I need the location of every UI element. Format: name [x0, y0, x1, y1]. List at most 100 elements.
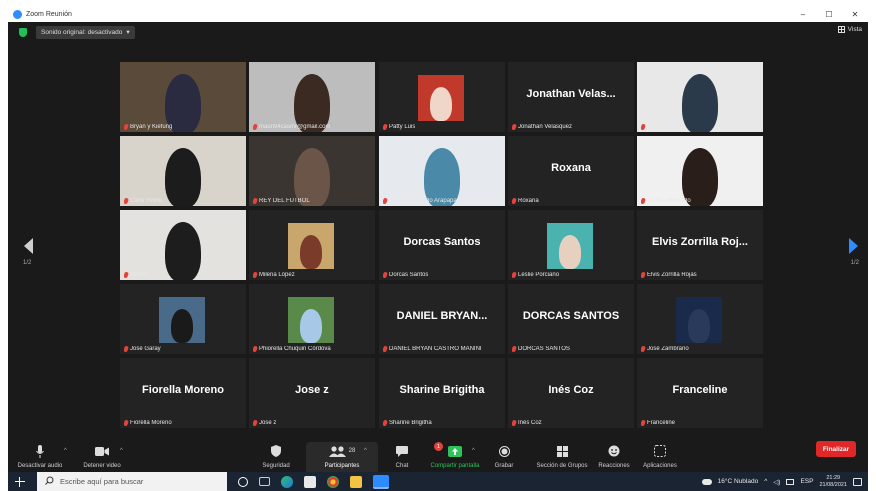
participant-tile[interactable]: Sharine Brigitha Sharine Brigitha: [379, 358, 505, 428]
participant-silhouette: [559, 235, 581, 269]
cloud-icon: [701, 478, 712, 485]
participant-tile[interactable]: Roxana Cotrado Arapapa: [379, 136, 505, 206]
security-button[interactable]: Seguridad: [244, 442, 308, 469]
muted-mic-icon: [383, 198, 388, 204]
participant-display-name: Inés Coz: [548, 384, 594, 396]
security-label: Seguridad: [262, 463, 290, 469]
speaker-icon[interactable]: ◁): [773, 478, 780, 486]
participant-display-name: Sharine Brigitha: [399, 384, 485, 396]
participants-button[interactable]: 28 Participantes: [310, 442, 374, 469]
network-icon[interactable]: [786, 478, 795, 485]
window-title: Zoom Reunión: [26, 10, 72, 18]
participant-tile[interactable]: REY DEL FUTBOL: [249, 136, 375, 206]
file-explorer-icon[interactable]: [350, 475, 362, 488]
participant-name-tag: Franceline: [641, 420, 675, 426]
muted-mic-icon: [124, 420, 129, 426]
taskbar-clock[interactable]: 21:29 21/08/2021: [819, 475, 847, 489]
muted-mic-icon: [124, 198, 129, 204]
windows-start-icon[interactable]: [15, 476, 25, 487]
participant-tile[interactable]: Cinthia Mercado: [637, 136, 763, 206]
participant-tile[interactable]: Jose z Jose z: [249, 358, 375, 428]
next-page-arrow[interactable]: [849, 238, 858, 254]
maximize-button[interactable]: ☐: [816, 6, 842, 22]
muted-mic-icon: [512, 420, 517, 426]
close-button[interactable]: ✕: [842, 6, 868, 22]
participant-tile[interactable]: Bryan y Kiefung: [120, 62, 246, 132]
zoom-window: Zoom Reunión – ☐ ✕ Sonido original: desa…: [8, 6, 868, 484]
participant-silhouette: [165, 148, 201, 206]
participant-name: DORCAS SANTOS: [518, 346, 570, 352]
shield-icon[interactable]: [19, 27, 27, 37]
participant-silhouette: [430, 87, 452, 121]
chevron-up-icon[interactable]: ^: [764, 478, 767, 485]
grid-icon: [837, 26, 845, 33]
participant-tile[interactable]: Dorcas Santos Dorcas Santos: [379, 210, 505, 280]
minimize-button[interactable]: –: [790, 6, 816, 22]
zoom-taskbar-icon[interactable]: [373, 474, 389, 489]
participant-tile[interactable]: Fiorella Moreno Fiorella Moreno: [120, 358, 246, 428]
edge-browser-icon[interactable]: [281, 475, 293, 488]
participant-name-tag: Yeseni: [124, 272, 148, 278]
participant-tile[interactable]: Yeseni: [120, 210, 246, 280]
participant-silhouette: [300, 309, 322, 343]
muted-mic-icon: [512, 124, 517, 130]
store-icon[interactable]: [304, 475, 316, 488]
participant-name-tag: REY DEL FUTBOL: [253, 198, 310, 204]
participant-tile[interactable]: Patty Luis: [379, 62, 505, 132]
record-label: Grabar: [494, 463, 514, 469]
participants-count: 28: [348, 448, 356, 454]
chevron-down-icon: ▾: [126, 29, 130, 36]
cortana-icon[interactable]: [238, 476, 248, 487]
stop-video-label: Detener video: [83, 463, 121, 469]
participants-options-caret[interactable]: ^: [364, 448, 367, 454]
muted-mic-icon: [512, 272, 517, 278]
participant-tile[interactable]: DORCAS SANTOS DORCAS SANTOS: [508, 284, 634, 354]
participant-tile[interactable]: Roxana Roxana: [508, 136, 634, 206]
participant-tile[interactable]: Elvis Zorrilla Roj... Elvis Zorrilla Roja…: [637, 210, 763, 280]
participant-display-name: Jonathan Velas...: [526, 88, 616, 100]
participant-tile[interactable]: José Zambrano: [637, 284, 763, 354]
participant-display-name: DORCAS SANTOS: [522, 310, 620, 322]
taskbar-search-box[interactable]: Escribe aquí para buscar: [37, 472, 227, 491]
participant-video: [120, 210, 246, 280]
weather-label[interactable]: 16°C Nublado: [718, 478, 759, 485]
participant-tile[interactable]: Leslie Porciano: [508, 210, 634, 280]
chrome-icon[interactable]: [327, 475, 339, 488]
mute-audio-button[interactable]: Desactivar audio: [8, 442, 72, 469]
participant-tile[interactable]: Phiorella Chuquin Córdova: [249, 284, 375, 354]
audio-options-caret[interactable]: ^: [64, 448, 67, 454]
microphone-icon: [36, 442, 44, 460]
previous-page-arrow[interactable]: [24, 238, 33, 254]
notifications-icon[interactable]: [853, 477, 862, 486]
participant-video: [159, 297, 205, 343]
muted-mic-icon: [512, 346, 517, 352]
video-camera-icon: [95, 442, 109, 460]
zoom-logo-icon: [13, 9, 22, 19]
video-options-caret[interactable]: ^: [120, 448, 123, 454]
original-sound-toggle[interactable]: Sonido original: desactivado ▾: [36, 25, 135, 39]
participant-tile[interactable]: DANIEL BRYAN... DANIEL BRYAN CASTRO MANIN…: [379, 284, 505, 354]
muted-mic-icon: [641, 272, 646, 278]
title-bar: Zoom Reunión – ☐ ✕: [8, 6, 868, 22]
task-view-icon[interactable]: [259, 477, 270, 486]
participant-tile[interactable]: Jonathan Velas... Jonathan Velasquez: [508, 62, 634, 132]
apps-button[interactable]: Aplicaciones: [628, 442, 692, 469]
participant-tile[interactable]: mauri94casmr@gmail.com: [249, 62, 375, 132]
participant-tile[interactable]: Carol Yvelle: [120, 136, 246, 206]
participant-name-tag: Milena López: [253, 272, 295, 278]
participant-display-name: Franceline: [672, 384, 728, 396]
participant-tile[interactable]: José Garay: [120, 284, 246, 354]
end-meeting-button[interactable]: Finalizar: [816, 441, 856, 457]
participant-video: [249, 62, 375, 132]
participant-name: Jose z: [259, 420, 277, 426]
participant-tile[interactable]: Inés Coz Inés Coz: [508, 358, 634, 428]
language-label[interactable]: ESP: [800, 478, 813, 485]
participant-tile[interactable]: Milena López: [249, 210, 375, 280]
participant-name: Sharine Brigitha: [389, 420, 432, 426]
participant-tile[interactable]: Franceline Franceline: [637, 358, 763, 428]
participant-tile[interactable]: Luis Coz: [637, 62, 763, 132]
view-button[interactable]: Vista: [837, 26, 862, 33]
stop-video-button[interactable]: Detener video: [70, 442, 134, 469]
reactions-label: Reacciones: [598, 463, 630, 469]
participant-name-tag: Roxana Cotrado Arapapa: [383, 198, 457, 204]
